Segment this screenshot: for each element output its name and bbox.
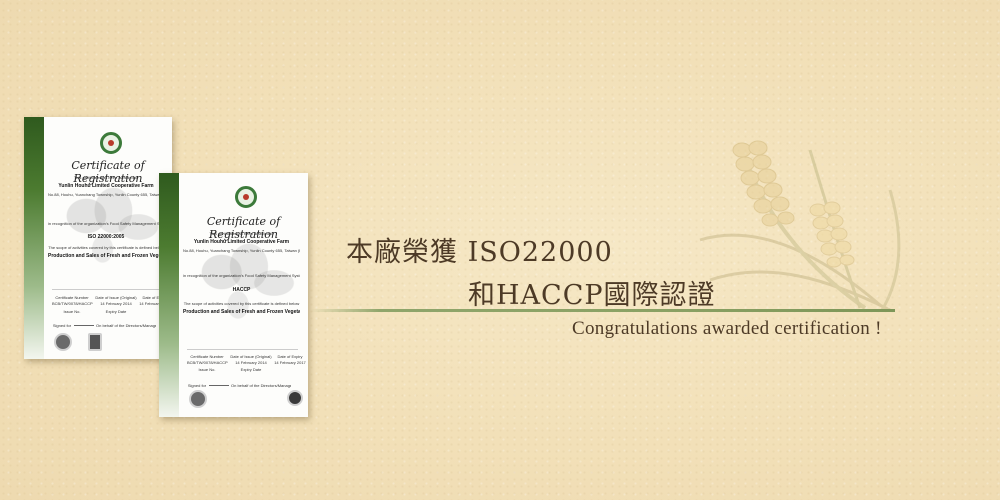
certificate-issue-label: Date of Issue (Original)	[95, 295, 137, 300]
signature-line	[209, 385, 229, 386]
certificate-recognition: in recognition of the organization's Foo…	[183, 273, 300, 278]
certification-logo-icon	[100, 132, 122, 154]
promo-banner: Certificate of Registration This certifi…	[0, 0, 1000, 500]
certificate-address: No.88, Houhu, Yuanchang Township, Yunlin…	[48, 192, 164, 197]
signature-line	[74, 325, 94, 326]
certificate-number-label: Certificate Number	[190, 354, 224, 359]
certificate-issue-no-label: Issue No.	[63, 309, 81, 314]
certificate-signature-note: On behalf of the Directors/Manager	[231, 383, 291, 388]
accreditation-seal-icon	[54, 333, 72, 351]
certification-logo-icon	[235, 186, 257, 208]
certificate-standard: ISO 22000:2005	[87, 234, 125, 240]
accreditation-seal-icon	[189, 390, 207, 408]
certificate-number-value: BCB/TW/0078/HACCP	[187, 360, 228, 365]
certificate-number-value: BCB/TW/0078/HACCP	[52, 301, 93, 306]
certificate-company: Yunlin Houhu Limited Cooperative Farm	[58, 183, 154, 189]
certificate-signed-label: Signed for	[187, 383, 207, 388]
certificate-expiry-date-label: Expiry Date	[105, 309, 127, 314]
certificate-awarded-note: This certificate has been awarded to	[73, 175, 139, 180]
certificate-divider	[52, 289, 162, 290]
certificate-issue-value: 14 February 2014	[100, 301, 132, 306]
certificate-green-band	[159, 173, 179, 417]
certificate-green-band	[24, 117, 44, 359]
certificate-expiry-label: Date of Expiry	[277, 354, 303, 359]
certificate-address: No.88, Houhu, Yuanchang Township, Yunlin…	[183, 248, 300, 253]
certificate-signed-label: Signed for	[52, 323, 72, 328]
certificate-iso22000: Certificate of Registration This certifi…	[24, 117, 172, 359]
certificate-company: Yunlin Houhu Limited Cooperative Farm	[193, 239, 290, 245]
certificate-issue-label: Date of Issue (Original)	[230, 354, 272, 359]
headline-subtitle: Congratulations awarded certification !	[572, 318, 882, 339]
certificate-scope-note: The scope of activities covered by this …	[183, 301, 300, 306]
certificate-scope: Production and Sales of Fresh and Frozen…	[183, 309, 300, 315]
accreditation-seal-icon	[287, 390, 303, 406]
certificate-haccp: Certificate of Registration This certifi…	[159, 173, 308, 417]
certificate-issue-no-label: Issue No.	[198, 367, 216, 372]
certificate-divider	[187, 349, 298, 350]
certificate-issue-value: 14 February 2014	[235, 360, 267, 365]
certificate-awarded-note: This certificate has been awarded to	[209, 231, 274, 236]
certificate-title: Certificate of Registration	[206, 215, 281, 241]
certificate-standard: HACCP	[232, 287, 251, 293]
certificate-title: Certificate of Registration	[71, 159, 145, 185]
certificate-expiry-date-label: Expiry Date	[240, 367, 262, 372]
certificate-signature-note: On behalf of the Directors/Manager	[96, 323, 156, 328]
certificate-scope: Production and Sales of Fresh and Frozen…	[48, 253, 164, 259]
headline-line-1: 本廠榮獲 ISO22000	[346, 237, 613, 268]
headline-divider	[310, 309, 895, 312]
certificate-number-label: Certificate Number	[55, 295, 89, 300]
certificate-recognition: in recognition of the organization's Foo…	[48, 221, 164, 226]
certificate-scope-note: The scope of activities covered by this …	[48, 245, 164, 250]
headline-line-2: 和HACCP國際認證	[468, 280, 716, 311]
certificate-expiry-value: 14 February 2017	[274, 360, 306, 365]
accreditation-seal-icon	[88, 333, 102, 351]
